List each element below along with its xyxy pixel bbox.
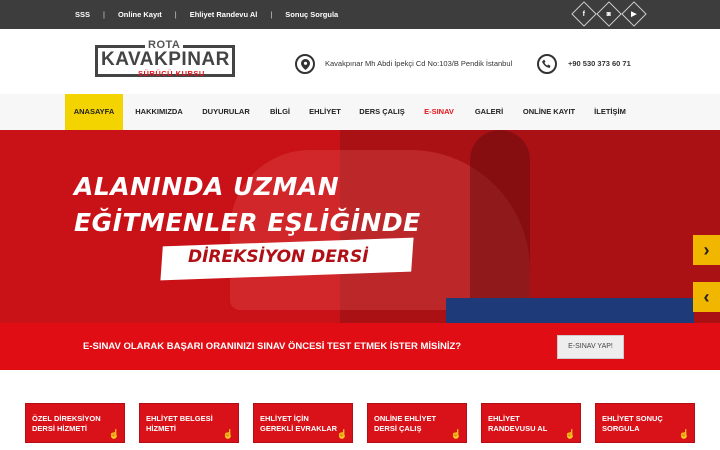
separator: | (103, 10, 105, 19)
nav-galeri[interactable]: GALERİ (468, 94, 510, 130)
pointer-hand-icon: ☝ (222, 429, 234, 439)
nav-hakkimizda[interactable]: HAKKIMIZDA (131, 94, 187, 130)
location-pin-icon (295, 54, 315, 74)
card-line-1: EHLİYET İÇİN (260, 414, 309, 423)
e-sinav-banner-text: E-SINAV OLARAK BAŞARI ORANINIZI SINAV ÖN… (83, 341, 462, 352)
nav-ders-calis[interactable]: DERS ÇALIŞ (354, 94, 410, 130)
e-sinav-banner: E-SINAV OLARAK BAŞARI ORANINIZI SINAV ÖN… (0, 323, 720, 370)
top-link-sss[interactable]: SSS (75, 10, 90, 19)
card-line-1: EHLİYET (488, 414, 520, 423)
slider-next-button[interactable]: › (693, 235, 720, 265)
top-bar: SSS | Online Kayıt | Ehliyet Randevu Al … (0, 0, 720, 29)
phone-number[interactable]: +90 530 373 60 71 (568, 59, 631, 68)
logo-sub: SÜRÜCÜ KURSU (138, 69, 205, 78)
hero-instructor-image (470, 130, 530, 323)
card-line-1: EHLİYET BELGESİ (146, 414, 213, 423)
nav-ehliyet[interactable]: EHLİYET (305, 94, 345, 130)
service-card-sonuc-sorgula[interactable]: EHLİYET SONUÇ SORGULA ☝ (595, 403, 695, 443)
youtube-glyph: ▶ (631, 10, 637, 18)
slider-prev-button[interactable]: ‹ (693, 282, 720, 312)
instagram-glyph: ◙ (606, 10, 612, 18)
main-nav: ANASAYFA HAKKIMIZDA DUYURULAR BİLGİ EHLİ… (0, 94, 720, 130)
service-card-randevu[interactable]: EHLİYET RANDEVUSU AL ☝ (481, 403, 581, 443)
address-text: Kavakpınar Mh Abdi İpekçi Cd No:103/B Pe… (325, 59, 513, 68)
pointer-hand-icon: ☝ (450, 429, 462, 439)
site-header: ROTA KAVAKPINAR SÜRÜCÜ KURSU Kavakpınar … (0, 29, 720, 94)
service-card-evraklar[interactable]: EHLİYET İÇİN GEREKLİ EVRAKLAR ☝ (253, 403, 353, 443)
nav-online-kayit[interactable]: ONLİNE KAYIT (516, 94, 582, 130)
service-card-online-ders[interactable]: ONLİNE EHLİYET DERSİ ÇALIŞ ☝ (367, 403, 467, 443)
hero-slider: ALANINDA UZMAN EĞİTMENLER EŞLİĞİNDE DİRE… (0, 130, 720, 323)
nav-e-sinav[interactable]: E-SINAV (417, 94, 461, 130)
top-link-online-kayit[interactable]: Online Kayıt (118, 10, 162, 19)
service-card-ehliyet-belgesi[interactable]: EHLİYET BELGESİ HİZMETİ ☝ (139, 403, 239, 443)
pointer-hand-icon: ☝ (564, 429, 576, 439)
site-logo[interactable]: ROTA KAVAKPINAR SÜRÜCÜ KURSU (95, 39, 235, 79)
card-line-1: ÖZEL DİREKSİYON (32, 414, 101, 423)
card-line-1: EHLİYET SONUÇ (602, 414, 663, 423)
pointer-hand-icon: ☝ (336, 429, 348, 439)
separator: | (174, 10, 177, 19)
phone-icon (537, 54, 557, 74)
top-links: SSS | Online Kayıt | Ehliyet Randevu Al … (75, 10, 338, 19)
hero-line-2: EĞİTMENLER EŞLİĞİNDE (74, 208, 421, 237)
nav-anasayfa[interactable]: ANASAYFA (65, 94, 123, 130)
youtube-icon[interactable]: ▶ (621, 1, 647, 27)
hero-line-1: ALANINDA UZMAN (74, 172, 340, 201)
top-link-sonuc-sorgula[interactable]: Sonuç Sorgula (285, 10, 338, 19)
facebook-icon[interactable]: f (571, 1, 597, 27)
nav-bilgi[interactable]: BİLGİ (262, 94, 298, 130)
instagram-icon[interactable]: ◙ (596, 1, 622, 27)
separator: | (270, 10, 273, 19)
hero-stripe (446, 298, 694, 323)
pointer-hand-icon: ☝ (108, 429, 120, 439)
service-card-direksiyon[interactable]: ÖZEL DİREKSİYON DERSİ HİZMETİ ☝ (25, 403, 125, 443)
nav-iletisim[interactable]: İLETİŞİM (588, 94, 632, 130)
top-link-ehliyet-randevu[interactable]: Ehliyet Randevu Al (190, 10, 258, 19)
logo-main: KAVAKPINAR (101, 49, 230, 70)
nav-duyurular[interactable]: DUYURULAR (198, 94, 254, 130)
hero-badge-text: DİREKSİYON DERSİ (188, 247, 369, 267)
e-sinav-button[interactable]: E-SINAV YAP! (557, 335, 624, 359)
pointer-hand-icon: ☝ (678, 429, 690, 439)
card-line-1: ONLİNE EHLİYET (374, 414, 437, 423)
facebook-glyph: f (582, 10, 586, 18)
